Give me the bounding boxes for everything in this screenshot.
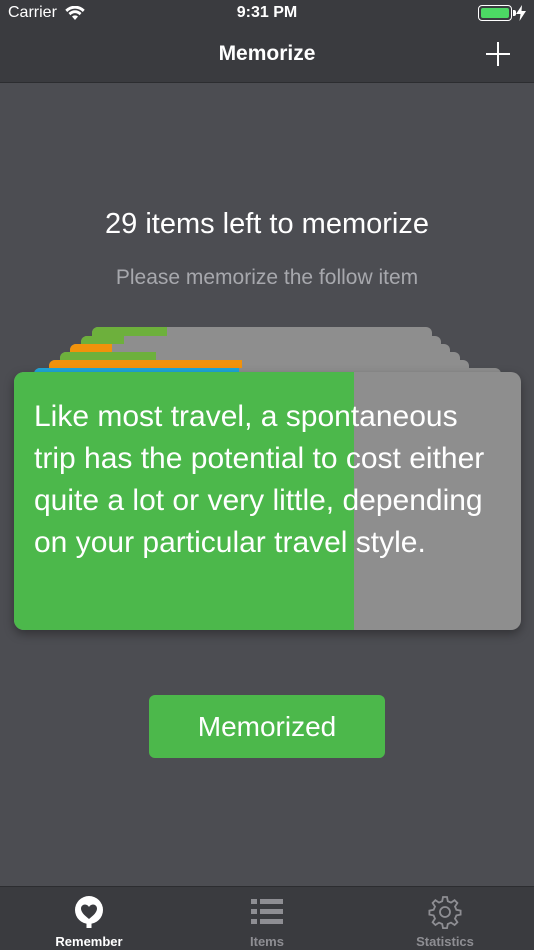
battery-icon [478, 5, 516, 21]
card-text: Like most travel, a spontaneous trip has… [34, 400, 485, 559]
memorized-button[interactable]: Memorized [149, 695, 385, 758]
status-bar: Carrier 9:31 PM [0, 0, 534, 28]
status-time: 9:31 PM [236, 4, 298, 21]
list-icon [251, 899, 283, 924]
remember-icon [75, 896, 103, 928]
page-title: Memorize [218, 42, 316, 65]
tab-bar: Remember Items Statistics [0, 886, 534, 950]
nav-bar: Memorize [0, 28, 534, 83]
tab-label-remember: Remember [55, 934, 123, 949]
tab-statistics[interactable]: Statistics [356, 887, 534, 950]
tab-items[interactable]: Items [178, 887, 356, 950]
gear-icon [428, 896, 462, 929]
instruction-text: Please memorize the follow item [115, 266, 419, 289]
tab-label-statistics: Statistics [416, 934, 474, 949]
status-right [478, 5, 526, 21]
items-left-count: 29 items left to memorize [105, 208, 429, 240]
flash-card[interactable]: Like most travel, a spontaneous trip has… [14, 372, 521, 630]
tab-remember[interactable]: Remember [0, 887, 178, 950]
tab-label-items: Items [250, 934, 284, 949]
add-item-button[interactable] [484, 40, 512, 68]
charging-icon [516, 5, 526, 21]
